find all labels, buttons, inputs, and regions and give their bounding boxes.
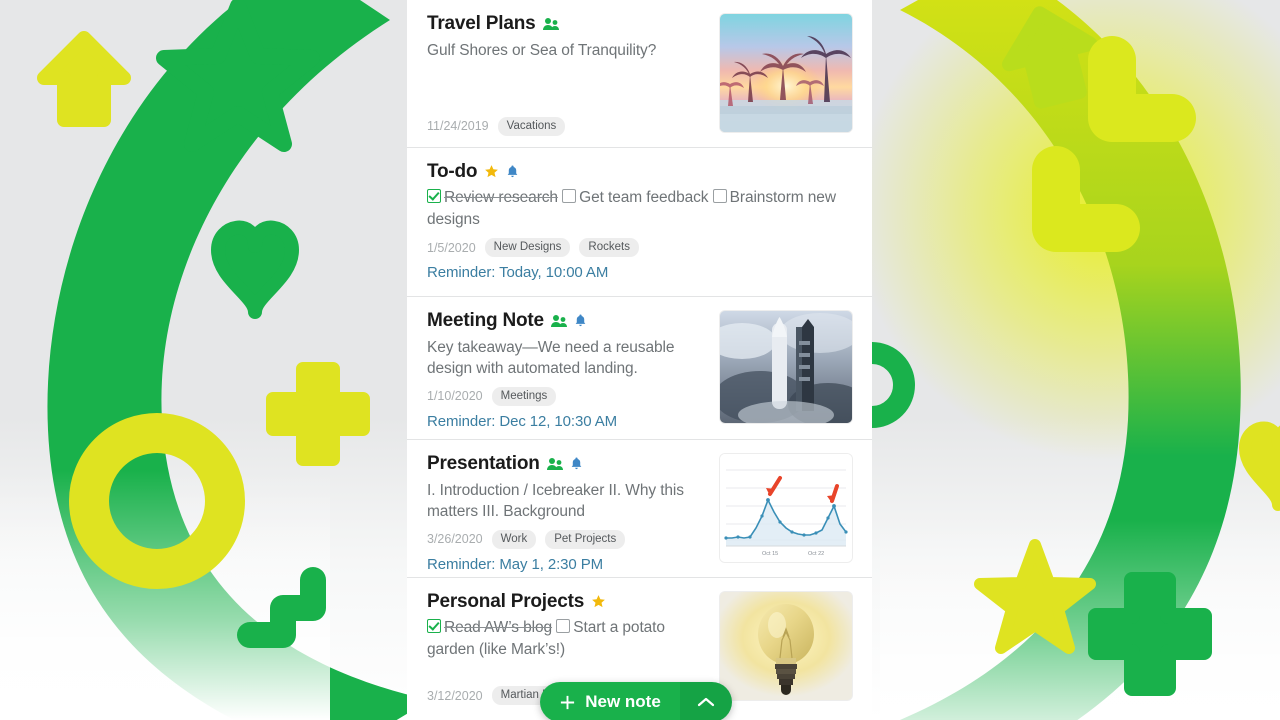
heart-shape-right (1239, 421, 1280, 511)
chart-tick-label: Oct 22 (808, 551, 824, 557)
chart-tick-label: Oct 15 (762, 551, 778, 557)
shared-people-icon (550, 314, 567, 328)
note-thumbnail-rocket[interactable] (720, 311, 852, 423)
note-card[interactable]: Travel Plans Gulf Shores or Sea of Tranq… (407, 0, 872, 148)
left-fade (0, 470, 330, 720)
note-title: Personal Projects (427, 591, 585, 612)
note-meta: 1/10/2020 Meetings (427, 387, 710, 406)
new-note-button[interactable]: New note (540, 682, 732, 720)
note-date: 3/26/2020 (427, 532, 483, 547)
note-title: To-do (427, 161, 478, 182)
note-thumbnail-lightbulb[interactable] (720, 592, 852, 700)
new-note-label: New note (585, 692, 661, 711)
note-header: Meeting Note (427, 311, 710, 330)
note-meta: 3/26/2020 Work Pet Projects (427, 530, 710, 549)
note-tag[interactable]: New Designs (484, 238, 571, 258)
bell-icon[interactable] (570, 456, 583, 471)
note-title: Travel Plans (427, 13, 536, 34)
note-date: 1/10/2020 (427, 389, 483, 404)
star-icon[interactable] (591, 594, 606, 609)
checklist-item[interactable]: Get team feedback (562, 189, 709, 206)
note-card[interactable]: Meeting Note Key takeaway—We need a reus… (407, 297, 872, 440)
note-snippet: I. Introduction / Icebreaker II. Why thi… (427, 482, 684, 521)
note-snippet: Key takeaway—We need a reusable design w… (427, 339, 675, 378)
shared-people-icon (542, 17, 559, 31)
note-title: Presentation (427, 453, 540, 474)
checklist-item[interactable]: Read AW’s blog (427, 619, 552, 636)
note-tag[interactable]: Work (491, 530, 537, 549)
checklist-item[interactable]: Review research (427, 189, 558, 206)
note-list[interactable]: Travel Plans Gulf Shores or Sea of Tranq… (407, 0, 872, 720)
note-tag[interactable]: Pet Projects (545, 530, 626, 549)
new-note-main[interactable]: New note (540, 682, 680, 720)
checkbox-unchecked[interactable] (556, 619, 571, 633)
note-meta: 11/24/2019 Vacations (427, 117, 710, 136)
note-thumbnail-chart[interactable]: Oct 15 Oct 22 (720, 454, 852, 562)
note-date: 1/5/2020 (427, 240, 476, 255)
new-note-expand[interactable] (680, 682, 732, 720)
note-date: 11/24/2019 (427, 119, 489, 134)
note-header: Personal Projects (427, 592, 710, 611)
bell-icon[interactable] (574, 313, 587, 328)
note-meta: 1/5/2020 New Designs Rockets (427, 238, 852, 258)
checklist-label: Get team feedback (579, 189, 709, 206)
note-checklist[interactable]: Read AW’s blog Start a potato garden (li… (427, 617, 702, 660)
checklist-label: Read AW’s blog (444, 619, 553, 636)
note-header: To-do (427, 162, 852, 181)
heart-shape-left (211, 220, 299, 319)
note-reminder[interactable]: Reminder: Today, 10:00 AM (427, 264, 852, 281)
note-reminder[interactable]: Reminder: Dec 12, 10:30 AM (427, 413, 710, 430)
app-screen: Travel Plans Gulf Shores or Sea of Tranq… (0, 0, 1280, 720)
note-header: Presentation (427, 454, 710, 473)
shared-people-icon (546, 457, 563, 471)
note-tag[interactable]: Vacations (497, 117, 566, 136)
right-fade (880, 520, 1280, 720)
checkbox-checked[interactable] (427, 619, 441, 633)
checkbox-unchecked[interactable] (712, 189, 727, 203)
chevron-up-icon (697, 696, 715, 708)
plus-icon (559, 694, 576, 711)
checkbox-checked[interactable] (427, 189, 441, 203)
arrow-up-icon (37, 31, 131, 127)
note-reminder[interactable]: Reminder: May 1, 2:30 PM (427, 556, 710, 573)
note-header: Travel Plans (427, 14, 710, 33)
note-checklist[interactable]: Review research Get team feedback Brains… (427, 187, 852, 230)
note-tag[interactable]: Meetings (491, 387, 557, 406)
note-thumbnail-beach[interactable] (720, 14, 852, 132)
plus-shape-left (266, 362, 370, 466)
checkbox-unchecked[interactable] (562, 189, 577, 203)
note-date: 3/12/2020 (427, 688, 483, 703)
note-snippet: Gulf Shores or Sea of Tranquility? (427, 42, 657, 59)
bell-icon[interactable] (506, 164, 519, 179)
note-title: Meeting Note (427, 310, 544, 331)
checklist-label: Review research (444, 189, 558, 206)
note-card[interactable]: Presentation I. Introduction / Icebreake… (407, 440, 872, 578)
note-tag[interactable]: Rockets (579, 238, 639, 258)
thumbnail-line-chart: Oct 15 Oct 22 (720, 454, 852, 562)
note-card[interactable]: To-do Review research Get team feedback … (407, 148, 872, 297)
star-icon[interactable] (484, 164, 499, 179)
